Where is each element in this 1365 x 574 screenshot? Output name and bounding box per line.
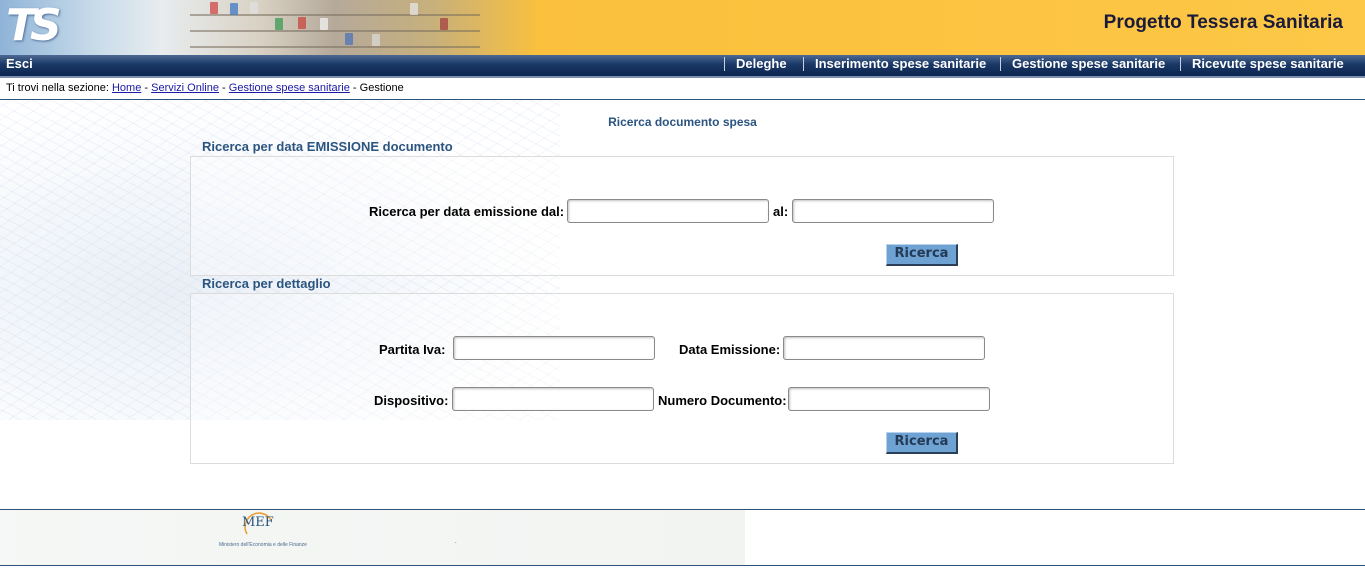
breadcrumb-current: Gestione	[359, 82, 404, 94]
partita-iva-label: Partita Iva:	[379, 342, 446, 357]
date-to-label: al:	[773, 204, 789, 219]
partita-iva-input[interactable]	[453, 336, 655, 360]
footer-band	[0, 510, 745, 565]
section-title-date-search: Ricerca per data EMISSIONE documento	[202, 139, 453, 154]
detail-search-button[interactable]: Ricerca	[886, 432, 958, 454]
dispositivo-input[interactable]	[452, 387, 654, 411]
numero-documento-label: Numero Documento:	[658, 393, 787, 408]
date-from-input[interactable]	[567, 199, 769, 223]
data-emissione-label: Data Emissione:	[679, 342, 781, 357]
nav-separator	[1180, 57, 1181, 71]
pharmacy-banner-image	[0, 0, 540, 55]
breadcrumb-separator: -	[352, 82, 357, 94]
ts-logo: TS	[6, 0, 62, 51]
footer-dot: .	[455, 539, 457, 545]
date-to-input[interactable]	[792, 199, 994, 223]
page-title: Ricerca documento spesa	[608, 115, 757, 129]
breadcrumb-prefix: Ti trovi nella sezione:	[6, 82, 109, 94]
mef-logo-caption: Ministero dell'Economia e delle Finanze	[219, 542, 307, 548]
numero-documento-input[interactable]	[788, 387, 990, 411]
breadcrumb-link-home[interactable]: Home	[112, 82, 141, 94]
date-from-label: Ricerca per data emissione dal:	[369, 204, 565, 219]
nav-item-inserimento-spese[interactable]: Inserimento spese sanitarie	[815, 55, 986, 76]
mef-logo-text: MEF	[242, 515, 274, 530]
nav-item-deleghe[interactable]: Deleghe	[736, 55, 787, 76]
date-search-button[interactable]: Ricerca	[886, 244, 958, 266]
breadcrumb-link-gestione-spese[interactable]: Gestione spese sanitarie	[229, 82, 350, 94]
breadcrumb-separator: -	[222, 82, 226, 94]
logout-link[interactable]: Esci	[6, 55, 33, 76]
header-banner: TS Progetto Tessera Sanitaria	[0, 0, 1365, 55]
section-title-detail-search: Ricerca per dettaglio	[202, 276, 331, 291]
breadcrumb-link-servizi-online[interactable]: Servizi Online	[151, 82, 219, 94]
nav-separator	[724, 57, 725, 71]
footer-divider-bottom	[0, 565, 1365, 566]
nav-separator	[1000, 57, 1001, 71]
nav-item-ricevute-spese[interactable]: Ricevute spese sanitarie	[1192, 55, 1344, 76]
data-emissione-input[interactable]	[783, 336, 985, 360]
detail-search-panel	[190, 293, 1174, 464]
nav-item-gestione-spese[interactable]: Gestione spese sanitarie	[1012, 55, 1165, 76]
app-title: Progetto Tessera Sanitaria	[1103, 12, 1343, 33]
breadcrumb-separator: -	[144, 82, 149, 94]
dispositivo-label: Dispositivo:	[374, 393, 449, 408]
nav-separator	[803, 57, 804, 71]
breadcrumb: Ti trovi nella sezione: Home - Servizi O…	[6, 82, 404, 94]
top-nav-bar: Esci Deleghe Inserimento spese sanitarie…	[0, 55, 1365, 78]
